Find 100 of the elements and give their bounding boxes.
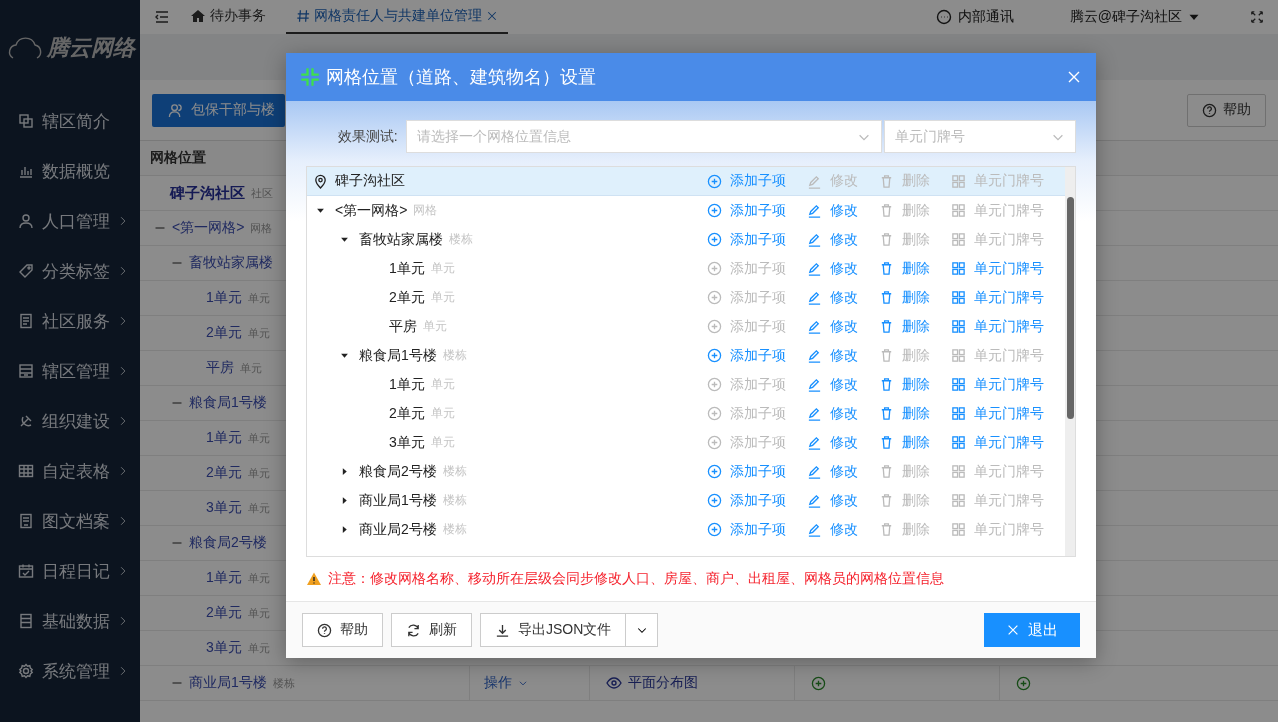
sidebar-item[interactable]: 分类标签 xyxy=(0,246,140,296)
trash-icon xyxy=(879,464,894,479)
messages-button[interactable]: 内部通讯 xyxy=(929,7,1020,27)
trash-icon xyxy=(879,406,894,421)
primary-button[interactable]: 包保干部与楼 xyxy=(152,93,285,127)
node-action[interactable]: 修改 xyxy=(807,491,877,510)
trash-icon xyxy=(879,232,894,247)
node-name: 1单元 xyxy=(389,375,425,394)
node-action[interactable]: 添加子项 xyxy=(707,520,805,539)
node-action[interactable]: 修改 xyxy=(807,201,877,220)
node-action[interactable]: 单元门牌号 xyxy=(951,259,1055,278)
node-action[interactable]: 单元门牌号 xyxy=(951,317,1055,336)
node-action[interactable]: 删除 xyxy=(879,288,949,307)
grid-icon xyxy=(951,319,966,334)
node-action[interactable]: 修改 xyxy=(807,317,877,336)
exit-button[interactable]: 退出 xyxy=(984,613,1080,647)
chat-bubble-icon xyxy=(935,9,952,25)
node-action[interactable]: 修改 xyxy=(807,520,877,539)
tab[interactable]: 网格责任人与共建单位管理 xyxy=(286,0,508,34)
tree-row[interactable]: 畜牧站家属楼 楼栋 添加子项 修改 删除 单元门牌号 xyxy=(307,225,1065,254)
tab[interactable]: 待办事务 xyxy=(180,0,276,34)
node-name: 1单元 xyxy=(389,259,425,278)
chevron-right-icon xyxy=(118,516,128,526)
download-icon xyxy=(495,622,510,638)
trash-icon xyxy=(879,203,894,218)
node-action[interactable]: 单元门牌号 xyxy=(951,375,1055,394)
pencil-icon xyxy=(807,290,822,305)
fullscreen-icon xyxy=(1250,10,1264,24)
trash-icon xyxy=(879,319,894,334)
menu-fold-icon xyxy=(154,9,170,25)
add-circle-icon xyxy=(1016,675,1031,691)
tree-row[interactable]: 商业局2号楼 楼栋 添加子项 修改 删除 单元门牌号 xyxy=(307,515,1065,544)
eye-icon xyxy=(606,675,622,691)
node-action[interactable]: 单元门牌号 xyxy=(951,404,1055,423)
grid-icon xyxy=(951,435,966,450)
scrollbar-thumb[interactable] xyxy=(1066,197,1074,419)
node-action[interactable]: 修改 xyxy=(807,259,877,278)
sidebar-item[interactable]: 组织建设 xyxy=(0,396,140,446)
unit-select[interactable]: 单元门牌号 xyxy=(884,120,1076,153)
node-action[interactable]: 修改 xyxy=(807,462,877,481)
node-action[interactable]: 单元门牌号 xyxy=(951,433,1055,452)
sidebar-item[interactable]: 日程日记 xyxy=(0,546,140,596)
node-action[interactable]: 修改 xyxy=(807,375,877,394)
dialog-title: 网格位置（道路、建筑物名）设置 xyxy=(326,66,597,89)
sidebar-item[interactable]: 基础数据 xyxy=(0,596,140,646)
chevron-right-icon xyxy=(118,366,128,376)
export-button[interactable]: 导出JSON文件 xyxy=(480,613,627,647)
sidebar-item[interactable]: 自定表格 xyxy=(0,446,140,496)
close-icon xyxy=(1006,623,1020,637)
help-button[interactable]: 帮助 xyxy=(1187,93,1266,127)
close-button[interactable] xyxy=(1066,69,1082,85)
trash-icon xyxy=(879,377,894,392)
chevron-down-icon xyxy=(518,678,528,688)
node-action[interactable]: 修改 xyxy=(807,346,877,365)
pencil-icon xyxy=(807,232,822,247)
node-action[interactable]: 修改 xyxy=(807,230,877,249)
close-icon xyxy=(486,10,498,22)
sidebar-item[interactable]: 社区服务 xyxy=(0,296,140,346)
node-action[interactable]: 修改 xyxy=(807,433,877,452)
node-action[interactable]: 删除 xyxy=(879,404,949,423)
refresh-button[interactable]: 刷新 xyxy=(391,613,472,647)
view-link[interactable]: 平面分布图 xyxy=(606,666,698,700)
node-action[interactable]: 删除 xyxy=(879,375,949,394)
sidebar-item[interactable]: 系统管理 xyxy=(0,646,140,696)
node-action[interactable]: 删除 xyxy=(879,433,949,452)
sidebar-item[interactable]: 辖区简介 xyxy=(0,96,140,146)
node-action[interactable]: 删除 xyxy=(879,259,949,278)
trash-icon xyxy=(879,435,894,450)
tree-row[interactable]: 粮食局2号楼 楼栋 添加子项 修改 删除 单元门牌号 xyxy=(307,457,1065,486)
node-name: 3单元 xyxy=(389,433,425,452)
help-button[interactable]: 帮助 xyxy=(302,613,383,647)
sidebar-item[interactable]: 人口管理 xyxy=(0,196,140,246)
node-action[interactable]: 添加子项 xyxy=(707,230,805,249)
node-action[interactable]: 添加子项 xyxy=(707,201,805,220)
add-circle-icon xyxy=(707,522,722,537)
tree-row[interactable]: <第一网格> 网格 添加子项 修改 删除 单元门牌号 xyxy=(307,196,1065,225)
sidebar-item[interactable]: 数据概览 xyxy=(0,146,140,196)
node-action[interactable]: 修改 xyxy=(807,288,877,307)
tree-row[interactable]: 粮食局1号楼 楼栋 添加子项 修改 删除 单元门牌号 xyxy=(307,341,1065,370)
user-menu[interactable]: 腾云@碑子沟社区 xyxy=(1063,7,1206,27)
operation-menu[interactable]: 操作 xyxy=(484,666,528,700)
node-action[interactable]: 单元门牌号 xyxy=(951,288,1055,307)
node-action[interactable]: 添加子项 xyxy=(707,491,805,510)
sidebar-item[interactable]: 图文档案 xyxy=(0,496,140,546)
add-circle-icon xyxy=(707,377,722,392)
pencil-icon xyxy=(807,348,822,363)
help-icon xyxy=(1202,102,1217,118)
location-name: 2单元 xyxy=(206,324,242,342)
node-action[interactable]: 删除 xyxy=(879,317,949,336)
node-action[interactable]: 修改 xyxy=(807,404,877,423)
node-action[interactable]: 添加子项 xyxy=(707,462,805,481)
sidebar-item[interactable]: 辖区管理 xyxy=(0,346,140,396)
node-action[interactable]: 添加子项 xyxy=(707,346,805,365)
node-type: 楼栋 xyxy=(442,347,467,364)
tree-row[interactable]: 商业局1号楼 楼栋 添加子项 修改 删除 单元门牌号 xyxy=(307,486,1065,515)
location-select[interactable]: 请选择一个网格位置信息 xyxy=(405,120,883,153)
node-action[interactable]: 添加子项 xyxy=(707,172,805,190)
tree-row[interactable]: 碑子沟社区 添加子项 修改 删除 单元门牌号 xyxy=(307,167,1065,196)
document-icon xyxy=(18,313,34,329)
location-name: 2单元 xyxy=(206,604,242,622)
